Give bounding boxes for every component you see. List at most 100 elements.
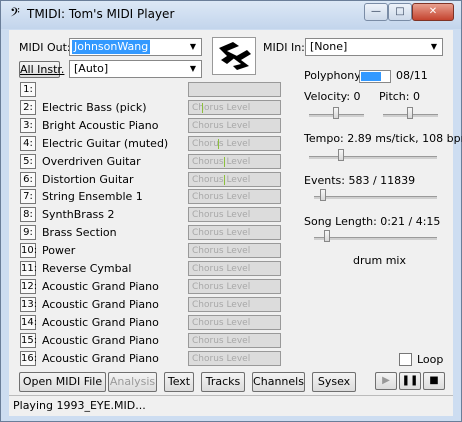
bass-clef-icon: 𝄢 [10,5,20,23]
channel-instrument-label: Acoustic Grand Piano [42,315,159,329]
tempo-slider[interactable] [309,156,437,159]
all-instruments-button[interactable]: All Instr. [19,61,64,78]
channel-number-button[interactable]: 6: [20,171,36,187]
channel-number-button[interactable]: 7: [20,189,36,205]
channel-instrument-label: Acoustic Grand Piano [42,297,159,311]
channel-instrument-label: Acoustic Grand Piano [42,333,159,347]
channel-number-button[interactable]: 10: [20,243,37,259]
drum-mix-label: drum mix [353,254,406,267]
midi-in-value: [None] [310,40,348,53]
text-tab[interactable]: Text [164,372,194,392]
events-slider-thumb[interactable] [320,189,326,201]
polyphony-fill [361,72,381,81]
channel-instrument-label: Acoustic Grand Piano [42,351,159,365]
channel-chorus-meter: Chorus Level [188,350,281,366]
tracks-tab[interactable]: Tracks [201,372,245,392]
status-text: Playing 1993_EYE.MID... [13,399,146,412]
chorus-level-label: Chorus Level [192,228,251,239]
events-slider[interactable] [314,196,437,199]
chorus-level-label: Chorus Level [192,246,251,257]
channel-chorus-meter: Chorus Level [188,153,281,169]
tempo-label: Tempo: 2.89 ms/tick, 108 bpm [304,132,462,145]
channel-instrument-label: Electric Guitar (muted) [42,136,169,150]
loop-checkbox[interactable] [399,353,412,366]
midi-in-select[interactable]: [None] ▼ [305,38,443,56]
pitch-slider-thumb[interactable] [407,107,413,119]
midi-in-label: MIDI In: [263,41,305,54]
channels-tab[interactable]: Channels [252,372,305,392]
song-length-label: Song Length: 0:21 / 4:15 [304,215,441,228]
chorus-level-indicator [224,156,225,167]
chorus-level-label: Chorus Level [192,353,251,364]
close-button[interactable]: ✕ [412,3,454,21]
channel-instrument-label: Power [42,244,76,258]
play-button[interactable]: ▶ [375,372,397,390]
chorus-level-label: Chorus Level [192,299,251,310]
chorus-level-label: Chorus Level [192,264,251,274]
midi-out-select[interactable]: JohnsonWang ▼ [69,38,202,56]
song-position-slider[interactable] [314,237,437,240]
channel-number-button[interactable]: 4: [20,135,36,151]
channel-number-button[interactable]: 5: [20,153,36,169]
stop-icon: ■ [429,375,439,386]
channel-number-button[interactable]: 8: [20,207,36,223]
channel-number-button[interactable]: 2: [20,99,36,115]
channel-chorus-meter: Chorus Level [188,135,281,151]
chorus-level-indicator [218,138,219,149]
channel-chorus-meter: Chorus Level [188,171,281,187]
minimize-button[interactable]: — [364,3,388,21]
channel-number-button[interactable]: 3: [20,117,36,133]
chorus-level-label: Chorus Level [192,102,251,113]
midi-out-label: MIDI Out: [19,41,71,54]
channel-chorus-meter: Chorus Level [188,314,281,330]
instrument-mode-select[interactable]: [Auto] ▼ [69,60,202,78]
polyphony-bar [359,70,391,83]
chorus-level-label: Chorus Level [192,210,251,221]
channel-number-button[interactable]: 9: [20,225,36,241]
channel-instrument-label: Reverse Cymbal [42,262,132,275]
channel-number-button[interactable]: 11: [20,261,37,276]
chorus-level-label: Chorus Level [192,317,251,328]
sysex-tab[interactable]: Sysex [312,372,356,392]
velocity-slider-thumb[interactable] [333,107,339,119]
channel-chorus-meter: Chorus Level [188,207,281,223]
tempo-slider-thumb[interactable] [338,149,344,161]
chevron-down-icon: ▼ [189,42,197,51]
channel-instrument-label: SynthBrass 2 [42,208,115,222]
channel-number-button[interactable]: 12: [20,278,37,294]
chorus-level-label: Chorus Level [192,335,251,346]
chorus-level-label: Chorus Level [192,156,251,167]
chorus-level-indicator [202,102,203,113]
tmidi-window: 𝄢 TMIDI: Tom's MIDI Player — □ ✕ MIDI Ou… [0,0,462,422]
events-label: Events: 583 / 11839 [304,174,416,187]
channel-instrument-label: Bright Acoustic Piano [42,118,159,132]
channel-chorus-meter: Chorus Level [188,296,281,312]
gs-logo [212,37,256,75]
song-position-thumb[interactable] [324,230,330,242]
analysis-tab[interactable]: Analysis [108,372,157,392]
maximize-button[interactable]: □ [388,3,412,21]
stop-button[interactable]: ■ [423,372,445,390]
pause-button[interactable]: ❚❚ [399,372,421,390]
channel-chorus-meter: Chorus Level [188,189,281,205]
channel-instrument-label: Overdriven Guitar [42,154,141,168]
channel-number-button[interactable]: 13: [20,296,37,312]
velocity-label: Velocity: 0 [304,90,361,103]
channel-instrument-label: String Ensemble 1 [42,190,143,204]
channel-chorus-meter: Chorus Level [188,99,281,115]
channel-instrument-label: Distortion Guitar [42,172,134,186]
channel-chorus-meter: Chorus Level [188,243,281,259]
polyphony-value: 08/11 [396,69,428,82]
channel-number-button[interactable]: 15: [20,332,37,348]
channel-number-button[interactable]: 1: [20,82,36,97]
channel-number-button[interactable]: 14: [20,314,37,330]
midi-out-value: JohnsonWang [72,40,151,54]
title-bar[interactable]: 𝄢 TMIDI: Tom's MIDI Player — □ ✕ [1,1,461,29]
open-midi-file-button[interactable]: Open MIDI File [19,372,106,392]
pitch-label: Pitch: 0 [379,90,420,103]
channel-chorus-meter: Chorus Level [188,225,281,241]
chorus-level-indicator [224,174,225,185]
chorus-level-label: Chorus Level [192,174,251,185]
channel-number-button[interactable]: 16: [20,350,37,366]
status-bar: Playing 1993_EYE.MID... [9,395,453,416]
